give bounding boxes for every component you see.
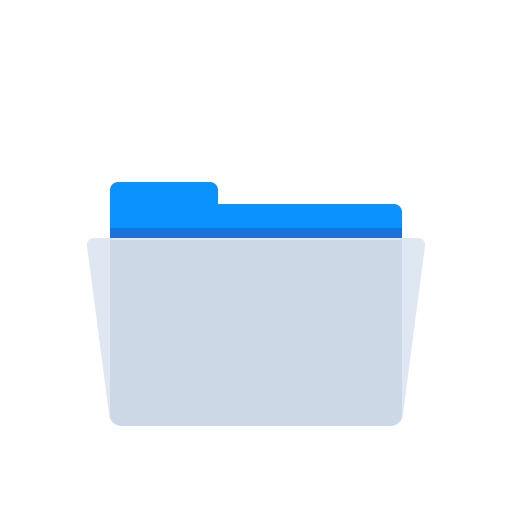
folder-front-inner bbox=[110, 240, 402, 426]
icon-canvas bbox=[0, 0, 512, 512]
folder-front bbox=[86, 237, 426, 426]
folder-back bbox=[110, 182, 402, 240]
folder-open-icon bbox=[86, 182, 426, 426]
